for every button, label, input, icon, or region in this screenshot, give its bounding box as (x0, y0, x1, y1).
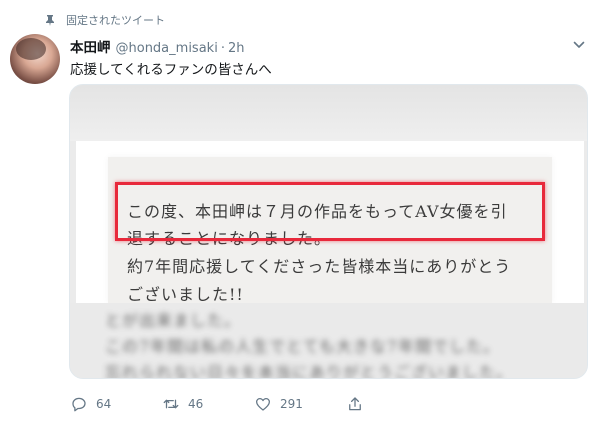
share-icon (349, 397, 361, 411)
blurred-letter-line: とが出来ました。 (105, 311, 242, 330)
tweet-timestamp[interactable]: 2h (228, 41, 245, 56)
pin-icon (46, 15, 54, 26)
share-button[interactable] (346, 395, 364, 413)
avatar[interactable] (10, 34, 60, 84)
tweet-actions: 64 46 291 (70, 394, 364, 414)
separator-dot: · (220, 41, 225, 56)
pinned-label: 固定されたツイート (44, 12, 165, 28)
retweet-count: 46 (188, 397, 204, 411)
blurred-letter-line: この7年間は私の人生でとても大きな7年間でした。 (105, 337, 501, 356)
heart-icon (255, 397, 271, 411)
like-button[interactable]: 291 (254, 395, 346, 413)
tweet-media-image[interactable]: この度、本田岬は７月の作品をもってAV女優を引 退することになりました。 約7年… (69, 84, 588, 379)
reply-button[interactable]: 64 (70, 395, 162, 413)
author-name[interactable]: 本田岬 (70, 36, 111, 56)
author-handle[interactable]: @honda_misaki (116, 41, 218, 56)
tweet-text: 応援してくれるファンの皆さんへ (70, 62, 272, 78)
tweet-header: 本田岬 @honda_misaki · 2h (70, 36, 245, 56)
pinned-text: 固定されたツイート (66, 14, 165, 27)
retweet-icon (163, 399, 179, 409)
chevron-down-icon[interactable] (573, 40, 585, 50)
red-highlight-box (115, 182, 545, 241)
letter-line: ございました!! (127, 285, 244, 304)
reply-icon (72, 397, 86, 412)
photo-background-top (70, 85, 587, 141)
reply-count: 64 (96, 397, 112, 411)
blurred-letter-line: 忘れられない日々を本当にありがとうございました。 (105, 363, 514, 379)
letter-line: 約7年間応援してくださった皆様本当にありがとう (127, 257, 512, 276)
retweet-button[interactable]: 46 (162, 395, 254, 413)
like-count: 291 (280, 397, 303, 411)
